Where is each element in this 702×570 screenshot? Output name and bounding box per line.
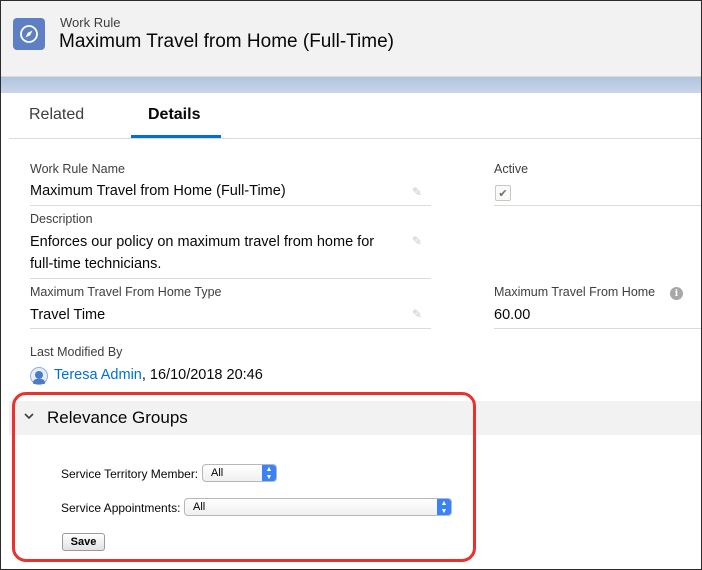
edit-pencil-icon[interactable]: ✎ [412,185,422,199]
work-rule-name-label: Work Rule Name [30,162,125,176]
travel-type-value: Travel Time [30,307,106,323]
relevance-groups-section-header[interactable]: Relevance Groups [9,401,701,435]
compass-icon [13,18,45,50]
description-label: Description [30,212,93,226]
appointments-select[interactable]: All ▲ ▼ [184,498,452,516]
edit-pencil-icon[interactable]: ✎ [412,234,422,248]
user-link[interactable]: Teresa Admin [54,367,142,383]
max-travel-label: Maximum Travel From Home [494,285,656,299]
field-divider [30,328,431,329]
page-title: Maximum Travel from Home (Full-Time) [59,31,394,52]
record-header: Work Rule Maximum Travel from Home (Full… [1,1,701,77]
last-modified-timestamp: , 16/10/2018 20:46 [141,367,263,383]
max-travel-value: 60.00 [494,307,531,323]
active-tab-indicator [131,135,221,138]
record-detail-card: Related Details Work Rule Name Maximum T… [9,93,701,569]
appointments-label: Service Appointments: [61,501,181,515]
app-frame: Work Rule Maximum Travel from Home (Full… [0,0,702,570]
description-value-line2: full-time technicians. [30,256,162,272]
record-type-label: Work Rule [60,15,121,30]
field-divider [494,205,701,206]
travel-type-label: Maximum Travel From Home Type [30,285,222,299]
select-arrows-icon: ▲ ▼ [437,499,451,515]
section-title: Relevance Groups [47,408,188,427]
active-checkbox: ✔ [495,185,511,201]
info-icon[interactable]: i [670,287,683,300]
header-band [1,77,701,93]
field-divider [30,278,431,279]
select-arrows-icon: ▲ ▼ [262,465,276,481]
territory-select-value: All [211,467,224,479]
avatar [30,367,48,385]
active-label: Active [494,162,529,176]
tab-related[interactable]: Related [29,106,84,124]
last-modified-value: Teresa Admin, 16/10/2018 20:46 [54,367,263,383]
territory-select[interactable]: All ▲ ▼ [202,464,277,482]
field-divider [30,205,431,206]
work-rule-name-value: Maximum Travel from Home (Full-Time) [30,183,286,199]
last-modified-label: Last Modified By [30,345,123,359]
edit-pencil-icon[interactable]: ✎ [412,307,422,321]
description-value-line1: Enforces our policy on maximum travel fr… [30,234,375,250]
field-divider [494,328,701,329]
territory-label: Service Territory Member: [61,467,199,481]
tab-details[interactable]: Details [148,106,200,124]
chevron-down-icon [24,413,34,420]
tab-bar: Related Details [9,93,701,139]
appointments-select-value: All [193,501,206,513]
save-button[interactable]: Save [62,533,105,551]
